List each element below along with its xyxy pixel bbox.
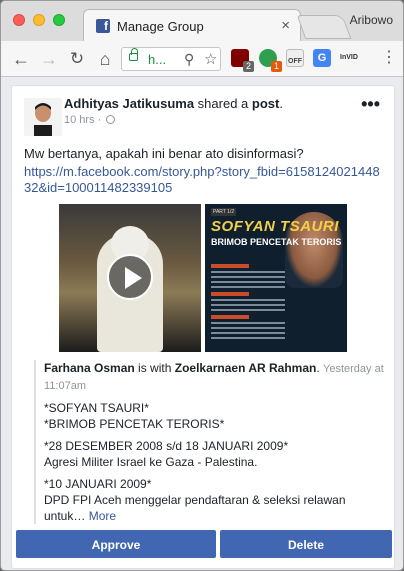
shared-post-header: Farhana Osman is with Zoelkarnaen AR Rah… — [44, 361, 384, 392]
see-more-link[interactable]: More — [89, 509, 116, 523]
zoom-icon[interactable]: ⚲ — [184, 51, 194, 68]
invid-extension-icon[interactable]: InVID — [337, 49, 361, 67]
delete-button[interactable]: Delete — [220, 530, 392, 558]
body-line: Agresi Militer Israel ke Gaza - Palestin… — [44, 455, 258, 469]
green-extension-icon[interactable]: 1 — [259, 49, 282, 72]
avatar[interactable] — [24, 98, 62, 136]
tab-manage-group[interactable]: f Manage Group × — [83, 9, 301, 41]
minimize-window-button[interactable] — [33, 14, 45, 26]
body-line: *SOFYAN TSAURI* — [44, 401, 149, 415]
tab-title: Manage Group — [117, 19, 204, 34]
url-text: h... — [148, 52, 167, 67]
forward-arrow-icon[interactable]: → — [39, 49, 59, 69]
is-with-text: is with — [138, 361, 172, 375]
tab-close-icon[interactable]: × — [281, 17, 290, 34]
pending-post-card: Adhityas Jatikusuma shared a post. 10 hr… — [11, 85, 395, 569]
title-bar: f Manage Group × Aribowo — [1, 1, 403, 41]
body-line: *10 JANUARI 2009* — [44, 477, 152, 491]
page-content: Adhityas Jatikusuma shared a post. 10 hr… — [1, 77, 403, 570]
post-header: Adhityas Jatikusuma shared a post. — [64, 96, 283, 111]
attached-media: PART 1/2 SOFYAN TSAURI BRIMOB PENCETAK T… — [59, 204, 347, 352]
new-tab-button[interactable] — [296, 15, 352, 39]
poster-tag: PART 1/2 — [211, 208, 237, 216]
ublock-badge: 2 — [243, 61, 254, 72]
shared-text: shared a — [197, 96, 249, 111]
post-text: Mw bertanya, apakah ini benar ato disinf… — [24, 146, 304, 161]
shared-post-body: *SOFYAN TSAURI* *BRIMOB PENCETAK TERORIS… — [44, 400, 384, 530]
browser-menu-icon[interactable]: ⋮ — [381, 48, 397, 68]
poster-body-text — [211, 260, 285, 348]
poster-image[interactable]: PART 1/2 SOFYAN TSAURI BRIMOB PENCETAK T… — [205, 204, 347, 352]
translate-extension-icon[interactable]: G — [313, 49, 331, 67]
lock-icon — [129, 48, 138, 61]
video-thumbnail[interactable] — [59, 204, 201, 352]
close-window-button[interactable] — [13, 14, 25, 26]
off-extension-icon[interactable]: OFF — [286, 49, 304, 67]
address-bar[interactable]: h... ⚲ ☆ — [121, 47, 221, 71]
shared-post: Farhana Osman is with Zoelkarnaen AR Rah… — [34, 360, 384, 524]
globe-icon — [106, 115, 116, 124]
green-extension-badge: 1 — [271, 61, 282, 72]
post-time-text[interactable]: 10 hrs — [64, 114, 95, 126]
maximize-window-button[interactable] — [53, 14, 65, 26]
browser-window: f Manage Group × Aribowo ← → ↻ ⌂ h... ⚲ … — [0, 0, 404, 571]
browser-toolbar: ← → ↻ ⌂ h... ⚲ ☆ 2 1 OFF G InVID ⋮ — [1, 41, 403, 77]
approve-button[interactable]: Approve — [16, 530, 216, 558]
post-timestamp: 10 hrs · — [64, 114, 116, 126]
more-options-icon[interactable]: ••• — [361, 94, 380, 115]
post-link-word[interactable]: post — [252, 96, 279, 111]
home-icon[interactable]: ⌂ — [95, 49, 115, 69]
author-name[interactable]: Adhityas Jatikusuma — [64, 96, 194, 111]
ublock-extension-icon[interactable]: 2 — [231, 49, 254, 72]
back-arrow-icon[interactable]: ← — [11, 49, 31, 69]
post-url-link[interactable]: https://m.facebook.com/story.php?story_f… — [24, 164, 384, 196]
profile-name[interactable]: Aribowo — [350, 13, 393, 27]
bookmark-star-icon[interactable]: ☆ — [204, 50, 217, 68]
shared-author-name[interactable]: Farhana Osman — [44, 361, 135, 375]
poster-subtitle: BRIMOB PENCETAK TERORIS — [211, 237, 342, 247]
tagged-person-name[interactable]: Zoelkarnaen AR Rahman — [175, 361, 317, 375]
body-line: *BRIMOB PENCETAK TERORIS* — [44, 417, 225, 431]
facebook-favicon-icon: f — [96, 19, 110, 33]
body-line: *28 DESEMBER 2008 s/d 18 JANUARI 2009* — [44, 439, 289, 453]
reload-icon[interactable]: ↻ — [67, 49, 87, 69]
poster-title: SOFYAN TSAURI — [211, 218, 339, 235]
play-icon[interactable] — [107, 254, 153, 300]
